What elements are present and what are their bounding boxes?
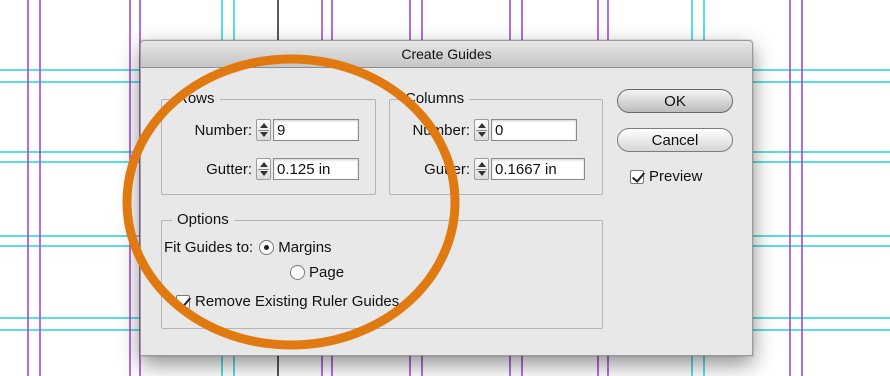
page-radio[interactable] <box>290 265 305 280</box>
columns-group: Columns Number: Gutter: <box>389 89 603 195</box>
columns-gutter-input[interactable] <box>491 158 585 180</box>
preview-checkbox[interactable] <box>630 168 646 184</box>
stepper-down-arrow-icon[interactable] <box>260 132 268 137</box>
fit-guides-label: Fit Guides to: <box>164 239 254 256</box>
ok-button[interactable]: OK <box>617 89 733 113</box>
columns-number-row: Number: <box>394 119 577 141</box>
preview-label[interactable]: Preview <box>649 168 702 185</box>
margins-radio[interactable] <box>259 240 275 255</box>
options-group: Options Fit Guides to: Margins Page Remo… <box>161 210 603 329</box>
rows-number-row: Number: <box>176 119 359 141</box>
page-radio-row: Page <box>290 264 344 281</box>
remove-existing-checkbox[interactable] <box>176 293 192 309</box>
dialog-title: Create Guides <box>141 41 752 68</box>
columns-number-stepper[interactable] <box>474 119 489 141</box>
options-legend: Options <box>172 210 234 230</box>
stepper-up-arrow-icon[interactable] <box>260 162 268 167</box>
columns-gutter-stepper[interactable] <box>474 158 489 180</box>
page-radio-label[interactable]: Page <box>309 264 344 281</box>
stepper-up-arrow-icon[interactable] <box>478 162 486 167</box>
stepper-down-arrow-icon[interactable] <box>260 171 268 176</box>
checkmark-icon <box>631 168 646 183</box>
columns-legend: Columns <box>400 89 470 109</box>
rows-gutter-stepper[interactable] <box>256 158 271 180</box>
create-guides-dialog: Create Guides Rows Number: Gutter: Colum… <box>140 40 753 356</box>
stepper-down-arrow-icon[interactable] <box>478 171 486 176</box>
rows-number-label: Number: <box>194 121 252 139</box>
remove-existing-label[interactable]: Remove Existing Ruler Guides <box>195 293 399 310</box>
columns-gutter-label: Gutter: <box>424 160 470 178</box>
margins-radio-label[interactable]: Margins <box>278 239 331 256</box>
cancel-button[interactable]: Cancel <box>617 128 733 152</box>
stepper-down-arrow-icon[interactable] <box>478 132 486 137</box>
columns-number-input[interactable] <box>491 119 577 141</box>
checkmark-icon <box>177 293 192 308</box>
stepper-up-arrow-icon[interactable] <box>478 123 486 128</box>
rows-gutter-row: Gutter: <box>176 158 359 180</box>
fit-guides-row: Fit Guides to: Margins <box>164 239 332 256</box>
stepper-up-arrow-icon[interactable] <box>260 123 268 128</box>
rows-gutter-label: Gutter: <box>206 160 252 178</box>
columns-gutter-row: Gutter: <box>394 158 585 180</box>
remove-existing-row: Remove Existing Ruler Guides <box>176 293 399 310</box>
radio-selected-dot-icon <box>264 245 270 250</box>
rows-legend: Rows <box>172 89 220 109</box>
rows-number-input[interactable] <box>273 119 359 141</box>
rows-number-stepper[interactable] <box>256 119 271 141</box>
rows-group: Rows Number: Gutter: <box>161 89 376 195</box>
preview-row: Preview <box>630 168 702 185</box>
rows-gutter-input[interactable] <box>273 158 359 180</box>
columns-number-label: Number: <box>412 121 470 139</box>
